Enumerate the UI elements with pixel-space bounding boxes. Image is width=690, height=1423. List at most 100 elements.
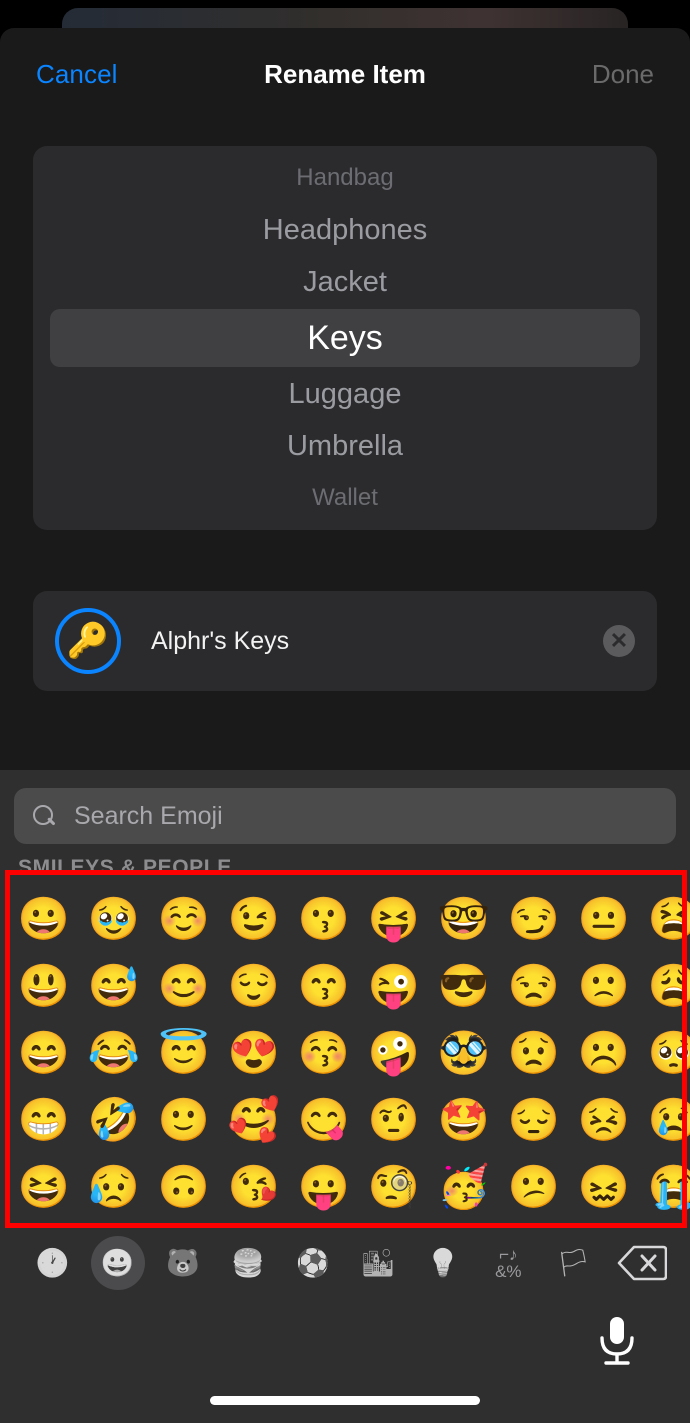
- emoji-key[interactable]: 😢: [639, 1098, 690, 1141]
- home-indicator: [210, 1396, 480, 1405]
- emoji-key[interactable]: 🥸: [429, 1031, 499, 1074]
- dictation-button[interactable]: [594, 1314, 640, 1375]
- category-tab-activity[interactable]: ⚽: [280, 1236, 345, 1290]
- emoji-category-bar: 🕐 😀 🐻 🍔 ⚽ 🏙 💡 ⌐♪ &% 🏳: [0, 1232, 690, 1294]
- microphone-icon: [600, 1317, 634, 1365]
- page-title: Rename Item: [264, 58, 426, 89]
- emoji-key[interactable]: 😂: [79, 1031, 149, 1074]
- emoji-key[interactable]: 🤣: [79, 1098, 149, 1141]
- emoji-key[interactable]: 🤓: [429, 897, 499, 940]
- key-emoji-avatar[interactable]: 🔑: [55, 608, 121, 674]
- phone-screen: Cancel Rename Item Done Camera Handbag H…: [0, 0, 690, 1423]
- picker-option-headphones[interactable]: Headphones: [33, 204, 657, 256]
- emoji-key[interactable]: 😏: [499, 897, 569, 940]
- emoji-key[interactable]: 😁: [9, 1098, 79, 1141]
- category-tab-travel[interactable]: 🏙: [346, 1236, 411, 1290]
- picker-option-custom-name[interactable]: Custom Name: [33, 524, 657, 530]
- emoji-key[interactable]: ☹️: [569, 1031, 639, 1074]
- emoji-key[interactable]: 🙂: [149, 1098, 219, 1141]
- category-tab-flags[interactable]: 🏳: [541, 1236, 606, 1290]
- item-name-field-row[interactable]: 🔑 Alphr's Keys ✕: [33, 591, 657, 691]
- emoji-key[interactable]: 🙃: [149, 1165, 219, 1208]
- emoji-key[interactable]: 😍: [219, 1031, 289, 1074]
- emoji-row: 😆 😥 🙃 😘 😛 🧐 🥳 😕 😖 😭: [9, 1153, 690, 1220]
- category-tab-objects[interactable]: 💡: [411, 1236, 476, 1290]
- emoji-key[interactable]: 😊: [149, 964, 219, 1007]
- backspace-icon: [617, 1245, 667, 1281]
- emoji-row: 😃 😅 😊 😌 😙 😜 😎 😒 🙁 😩: [9, 952, 690, 1019]
- category-tab-animals[interactable]: 🐻: [150, 1236, 215, 1290]
- emoji-row: 😀 🥹 ☺️ 😉 😗 😝 🤓 😏 😐 😫: [9, 885, 690, 952]
- search-emoji-field[interactable]: Search Emoji: [14, 788, 676, 844]
- search-icon: [32, 804, 56, 828]
- emoji-key[interactable]: 😣: [569, 1098, 639, 1141]
- item-name-input[interactable]: Alphr's Keys: [151, 627, 603, 656]
- category-tab-smileys[interactable]: 😀: [85, 1236, 150, 1290]
- emoji-key[interactable]: 🙁: [569, 964, 639, 1007]
- emoji-key[interactable]: 🥹: [79, 897, 149, 940]
- emoji-key[interactable]: 😄: [9, 1031, 79, 1074]
- emoji-key[interactable]: 😫: [639, 897, 690, 940]
- category-tab-symbols[interactable]: ⌐♪ &%: [476, 1236, 541, 1290]
- emoji-key[interactable]: 🥺: [639, 1031, 690, 1074]
- emoji-key[interactable]: 😟: [499, 1031, 569, 1074]
- emoji-row: 😁 🤣 🙂 🥰 😋 🤨 🤩 😔 😣 😢: [9, 1086, 690, 1153]
- emoji-key[interactable]: 😀: [9, 897, 79, 940]
- emoji-key[interactable]: 🤩: [429, 1098, 499, 1141]
- soccer-ball-icon: ⚽: [296, 1248, 330, 1278]
- flag-icon: 🏳: [556, 1248, 591, 1278]
- picker-option-umbrella[interactable]: Umbrella: [33, 420, 657, 472]
- emoji-key[interactable]: 😘: [219, 1165, 289, 1208]
- picker-option-list: Camera Handbag Headphones Jacket Keys Lu…: [33, 146, 657, 530]
- emoji-key[interactable]: 😌: [219, 964, 289, 1007]
- delete-key-button[interactable]: [614, 1242, 670, 1284]
- emoji-key[interactable]: 😩: [639, 964, 690, 1007]
- category-tab-food[interactable]: 🍔: [215, 1236, 280, 1290]
- emoji-key[interactable]: 😎: [429, 964, 499, 1007]
- bear-icon: 🐻: [165, 1248, 200, 1278]
- emoji-key[interactable]: 😆: [9, 1165, 79, 1208]
- emoji-key[interactable]: 😚: [289, 1031, 359, 1074]
- emoji-key[interactable]: 😒: [499, 964, 569, 1007]
- emoji-row: 😄 😂 😇 😍 😚 🤪 🥸 😟 ☹️ 🥺: [9, 1019, 690, 1086]
- emoji-key[interactable]: 🤨: [359, 1098, 429, 1141]
- symbols-icon-bottom: &%: [495, 1262, 522, 1281]
- emoji-key[interactable]: 😕: [499, 1165, 569, 1208]
- picker-option-jacket[interactable]: Jacket: [33, 256, 657, 308]
- emoji-key[interactable]: 😜: [359, 964, 429, 1007]
- emoji-key[interactable]: 🥰: [219, 1098, 289, 1141]
- emoji-key[interactable]: 🧐: [359, 1165, 429, 1208]
- symbols-icon: ⌐♪ &%: [495, 1245, 522, 1281]
- emoji-key[interactable]: 🤪: [359, 1031, 429, 1074]
- emoji-key[interactable]: 😔: [499, 1098, 569, 1141]
- emoji-key[interactable]: 😗: [289, 897, 359, 940]
- item-name-picker[interactable]: Camera Handbag Headphones Jacket Keys Lu…: [33, 146, 657, 530]
- emoji-key[interactable]: ☺️: [149, 897, 219, 940]
- smiley-icon: 😀: [100, 1248, 135, 1278]
- emoji-key[interactable]: 😃: [9, 964, 79, 1007]
- modal-navbar: Cancel Rename Item Done: [0, 28, 690, 120]
- cityscape-icon: 🏙: [360, 1248, 396, 1278]
- picker-option-keys-selected[interactable]: Keys: [33, 308, 657, 368]
- emoji-key[interactable]: 😝: [359, 897, 429, 940]
- emoji-key[interactable]: 😐: [569, 897, 639, 940]
- emoji-key[interactable]: 😭: [639, 1165, 690, 1208]
- emoji-key[interactable]: 😋: [289, 1098, 359, 1141]
- picker-option-camera[interactable]: Camera: [33, 146, 657, 152]
- lightbulb-icon: 💡: [426, 1248, 461, 1278]
- emoji-key[interactable]: 😛: [289, 1165, 359, 1208]
- emoji-key[interactable]: 😅: [79, 964, 149, 1007]
- emoji-key[interactable]: 😙: [289, 964, 359, 1007]
- emoji-key[interactable]: 😖: [569, 1165, 639, 1208]
- picker-option-wallet[interactable]: Wallet: [33, 472, 657, 524]
- emoji-keyboard: Search Emoji SMILEYS & PEOPLE 😀 🥹 ☺️ 😉 😗…: [0, 770, 690, 1423]
- emoji-key[interactable]: 🥳: [429, 1165, 499, 1208]
- emoji-key[interactable]: 😥: [79, 1165, 149, 1208]
- food-icon: 🍔: [231, 1248, 265, 1278]
- category-tab-recents[interactable]: 🕐: [20, 1236, 85, 1290]
- clear-text-icon[interactable]: ✕: [603, 625, 635, 657]
- emoji-key[interactable]: 😉: [219, 897, 289, 940]
- picker-option-luggage[interactable]: Luggage: [33, 368, 657, 420]
- picker-option-handbag[interactable]: Handbag: [33, 152, 657, 204]
- emoji-key[interactable]: 😇: [149, 1031, 219, 1074]
